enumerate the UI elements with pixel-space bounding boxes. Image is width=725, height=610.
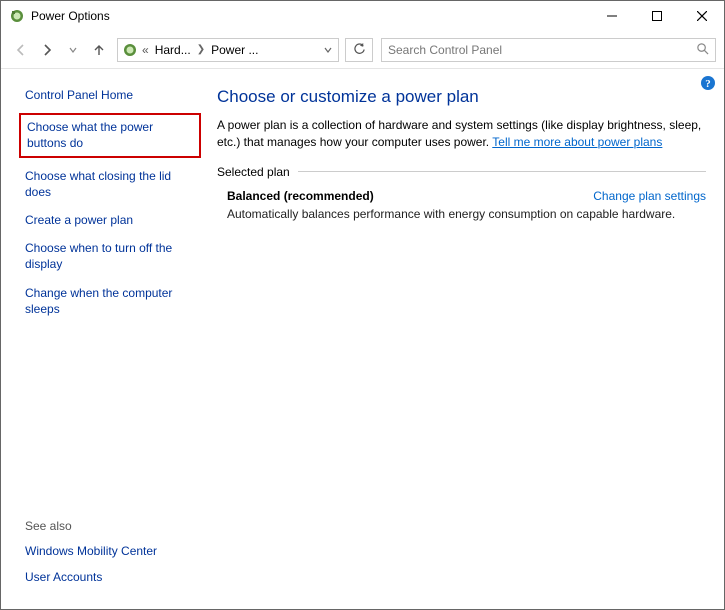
learn-more-link[interactable]: Tell me more about power plans bbox=[492, 135, 662, 149]
minimize-button[interactable] bbox=[589, 1, 634, 31]
sidebar-item-turn-off-display[interactable]: Choose when to turn off the display bbox=[25, 240, 201, 272]
svg-text:?: ? bbox=[705, 78, 711, 90]
sidebar: Control Panel Home Choose what the power… bbox=[1, 69, 211, 609]
page-description: A power plan is a collection of hardware… bbox=[217, 117, 706, 151]
search-input[interactable]: Search Control Panel bbox=[381, 38, 716, 62]
sidebar-item-power-buttons[interactable]: Choose what the power buttons do bbox=[19, 113, 201, 157]
power-options-window: Power Options « Hard... ❯ bbox=[0, 0, 725, 610]
control-panel-home-link[interactable]: Control Panel Home bbox=[25, 87, 201, 103]
chevron-down-icon[interactable] bbox=[320, 43, 336, 57]
selected-plan-section: Selected plan Balanced (recommended) Cha… bbox=[217, 165, 706, 221]
sidebar-item-label: Create a power plan bbox=[25, 212, 197, 228]
power-options-icon bbox=[9, 8, 25, 24]
main-panel: Choose or customize a power plan A power… bbox=[211, 69, 724, 609]
see-also-mobility-center[interactable]: Windows Mobility Center bbox=[25, 543, 201, 559]
sidebar-item-label: Choose what the power buttons do bbox=[27, 119, 193, 151]
sidebar-item-label: Choose when to turn off the display bbox=[25, 240, 197, 272]
titlebar: Power Options bbox=[1, 1, 724, 31]
sidebar-item-label: Change when the computer sleeps bbox=[25, 285, 197, 317]
divider bbox=[298, 171, 706, 172]
sidebar-item-create-plan[interactable]: Create a power plan bbox=[25, 212, 201, 228]
refresh-button[interactable] bbox=[345, 38, 373, 62]
maximize-button[interactable] bbox=[634, 1, 679, 31]
plan-description: Automatically balances performance with … bbox=[227, 207, 706, 221]
help-icon[interactable]: ? bbox=[700, 75, 716, 91]
breadcrumb-item[interactable]: Power ... bbox=[207, 43, 262, 57]
change-plan-settings-link[interactable]: Change plan settings bbox=[593, 189, 706, 203]
power-options-icon bbox=[122, 42, 138, 58]
navigation-toolbar: « Hard... ❯ Power ... Search Control Pan… bbox=[1, 31, 724, 69]
section-title: Selected plan bbox=[217, 165, 290, 179]
forward-button[interactable] bbox=[35, 38, 59, 62]
plan-row: Balanced (recommended) Change plan setti… bbox=[217, 189, 706, 221]
address-bar[interactable]: « Hard... ❯ Power ... bbox=[117, 38, 339, 62]
breadcrumb-prefix: « bbox=[142, 43, 151, 57]
sidebar-item-computer-sleeps[interactable]: Change when the computer sleeps bbox=[25, 285, 201, 317]
sidebar-item-label: Choose what closing the lid does bbox=[25, 168, 197, 200]
sidebar-item-closing-lid[interactable]: Choose what closing the lid does bbox=[25, 168, 201, 200]
search-placeholder: Search Control Panel bbox=[388, 43, 696, 57]
breadcrumb-item[interactable]: Hard... bbox=[151, 43, 195, 57]
page-heading: Choose or customize a power plan bbox=[217, 87, 706, 107]
content-area: ? Control Panel Home Choose what the pow… bbox=[1, 69, 724, 609]
recent-dropdown[interactable] bbox=[61, 38, 85, 62]
window-title: Power Options bbox=[31, 9, 589, 23]
see-also-heading: See also bbox=[25, 519, 201, 533]
up-button[interactable] bbox=[87, 38, 111, 62]
see-also-user-accounts[interactable]: User Accounts bbox=[25, 569, 201, 585]
close-button[interactable] bbox=[679, 1, 724, 31]
chevron-right-icon[interactable]: ❯ bbox=[195, 44, 207, 55]
search-icon bbox=[696, 42, 709, 58]
plan-name: Balanced (recommended) bbox=[227, 189, 374, 203]
back-button[interactable] bbox=[9, 38, 33, 62]
